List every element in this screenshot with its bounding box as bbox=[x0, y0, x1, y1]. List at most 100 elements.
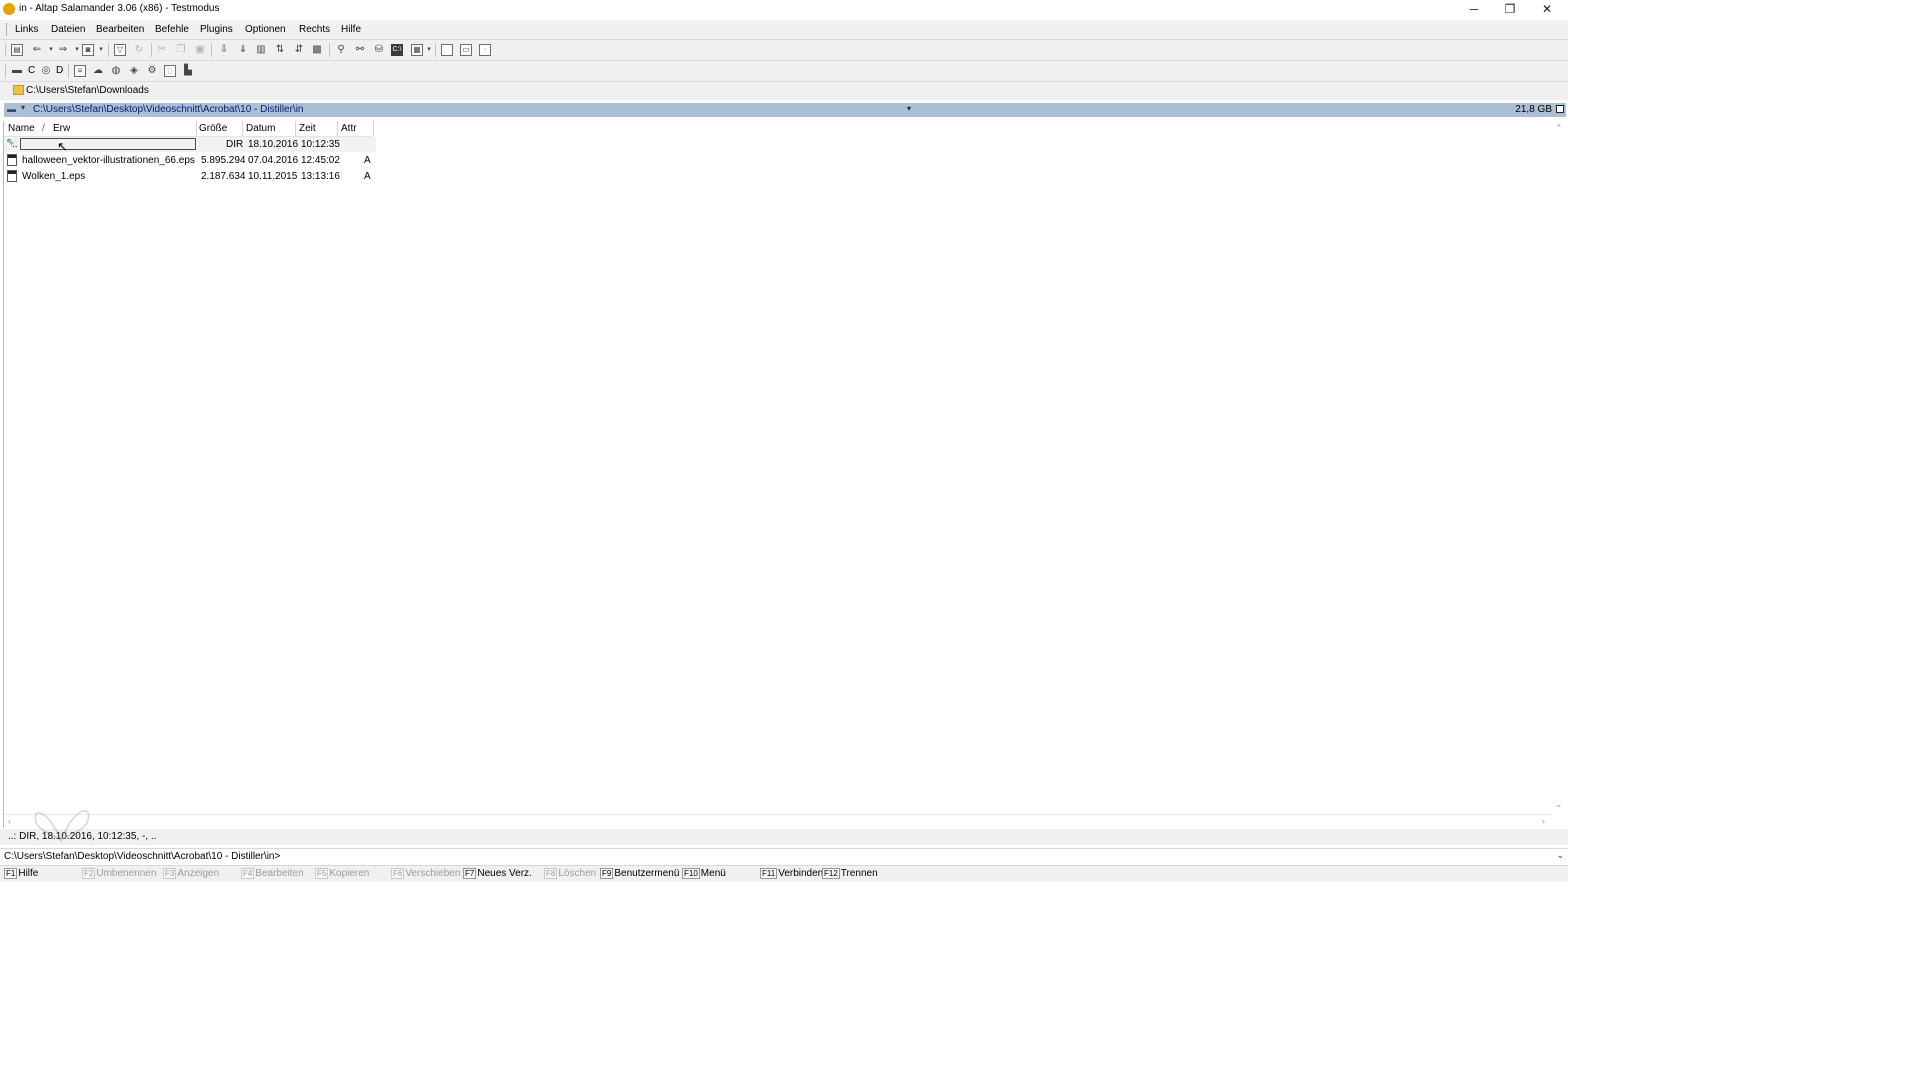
maximize-button[interactable]: ❐ bbox=[1492, 0, 1528, 19]
menu-befehle[interactable]: Befehle bbox=[155, 24, 189, 35]
column-size[interactable]: Größe bbox=[199, 123, 227, 136]
menu-links[interactable]: Links bbox=[15, 24, 38, 35]
network-icon[interactable]: ◍ bbox=[110, 65, 122, 77]
command-line[interactable]: C:\Users\Stefan\Desktop\Videoschnitt\Acr… bbox=[0, 848, 1568, 866]
column-ext[interactable]: Erw bbox=[53, 123, 70, 136]
drive-c-icon[interactable]: ▬ bbox=[11, 65, 23, 77]
main-toolbar: ▤ ⇐ ▾ ⇒ ▾ ◙ ▾ ▽ ↻ ✂ ❐ ▣ ⇩ ⇓ ▥ ⇅ ⇵ ▩ ⚲ ⚯ … bbox=[0, 40, 1568, 61]
horizontal-scrollbar[interactable]: ‹ › bbox=[4, 814, 1552, 829]
file-name: .. bbox=[12, 139, 18, 150]
fkey-f1-button[interactable]: F1 Hilfe bbox=[4, 868, 38, 879]
list-item[interactable]: halloween_vektor-illustrationen_66.eps 5… bbox=[4, 153, 376, 168]
change-drive-dropdown-icon[interactable]: ▾ bbox=[95, 44, 107, 56]
scroll-down-icon[interactable]: ⌄ bbox=[1555, 799, 1563, 810]
menu-optionen[interactable]: Optionen bbox=[245, 24, 286, 35]
fkey-f11-button[interactable]: F11 Verbinden bbox=[760, 868, 823, 879]
sort-by-date-icon[interactable]: ⇵ bbox=[293, 44, 305, 56]
command-line-prompt[interactable]: C:\Users\Stefan\Desktop\Videoschnitt\Acr… bbox=[4, 851, 280, 862]
column-attr[interactable]: Attr bbox=[341, 123, 357, 136]
drive-d-icon[interactable]: ◎ bbox=[40, 65, 52, 77]
vertical-scrollbar[interactable]: ⌃ ⌄ bbox=[1552, 121, 1566, 814]
fkey-f1-key: F1 bbox=[4, 868, 18, 879]
fkey-f5-button[interactable]: F5 Kopieren bbox=[315, 868, 369, 879]
fkey-f4-button[interactable]: F4 Bearbeiten bbox=[241, 868, 304, 879]
column-separator[interactable] bbox=[196, 121, 197, 136]
recycle-bin-icon[interactable]: ▯ bbox=[164, 65, 176, 77]
zoom-panel-icon[interactable] bbox=[1556, 105, 1564, 113]
thumbnails-view-icon[interactable]: ▫ bbox=[479, 44, 491, 56]
menu-bearbeiten[interactable]: Bearbeiten bbox=[96, 24, 144, 35]
command-history-dropdown-icon[interactable]: ⌄ bbox=[1556, 850, 1564, 861]
view-mode-icon[interactable]: ▦ bbox=[411, 44, 423, 56]
salamander-app-icon[interactable] bbox=[3, 3, 15, 15]
scroll-up-icon[interactable]: ⌃ bbox=[1555, 123, 1563, 134]
column-separator[interactable] bbox=[242, 121, 243, 136]
drive-dropdown-icon[interactable]: ▾ bbox=[21, 103, 25, 112]
detailed-view-icon[interactable]: ▭ bbox=[460, 44, 472, 56]
butterfly-watermark-icon bbox=[34, 810, 90, 843]
move-files-icon[interactable]: ⇓ bbox=[237, 44, 249, 56]
back-icon[interactable]: ⇐ bbox=[31, 44, 43, 56]
fkey-f9-key: F9 bbox=[600, 868, 614, 879]
path-history-dropdown-icon[interactable]: ▾ bbox=[907, 104, 911, 113]
menu-plugins[interactable]: Plugins bbox=[200, 24, 233, 35]
paste-icon[interactable]: ▣ bbox=[194, 44, 206, 56]
compare-directories-icon[interactable]: ⚯ bbox=[354, 44, 366, 56]
find-files-icon[interactable]: ⚲ bbox=[335, 44, 347, 56]
column-date[interactable]: Datum bbox=[246, 123, 275, 136]
panel-path-bar[interactable]: ▬ ▾ C:\Users\Stefan\Desktop\Videoschnitt… bbox=[4, 103, 1566, 117]
column-separator[interactable] bbox=[295, 121, 296, 136]
plugin-icon[interactable]: ▙ bbox=[182, 65, 194, 77]
brief-view-icon[interactable] bbox=[441, 44, 453, 56]
column-separator[interactable] bbox=[337, 121, 338, 136]
menu-grip bbox=[6, 23, 7, 36]
column-time[interactable]: Zeit bbox=[299, 123, 316, 136]
fkey-f12-button[interactable]: F12 Trennen bbox=[822, 868, 878, 879]
fkey-f4-key: F4 bbox=[241, 868, 255, 879]
hot-paths-icon[interactable]: ⛁ bbox=[373, 44, 385, 56]
list-item[interactable]: Wolken_1.eps 2.187.634 10.11.2015 13:13:… bbox=[4, 169, 376, 184]
fkey-f2-button[interactable]: F2 Umbenennen bbox=[82, 868, 156, 879]
fkey-f9-button[interactable]: F9 Benutzermenü bbox=[600, 868, 679, 879]
new-folder-icon[interactable]: ▥ bbox=[255, 44, 267, 56]
menu-dateien[interactable]: Dateien bbox=[51, 24, 85, 35]
copy-icon[interactable]: ❐ bbox=[175, 44, 187, 56]
onedrive-icon[interactable]: ☁ bbox=[92, 65, 104, 77]
filter-icon[interactable]: ▽ bbox=[114, 44, 126, 56]
ftp-icon[interactable]: ⚙ bbox=[146, 65, 158, 77]
directory-line-path[interactable]: C:\Users\Stefan\Downloads bbox=[26, 85, 149, 96]
fkey-f10-button[interactable]: F10 Menü bbox=[682, 868, 726, 879]
fkey-f3-button[interactable]: F3 Anzeigen bbox=[163, 868, 219, 879]
drive-d-label[interactable]: D bbox=[56, 65, 63, 76]
column-name[interactable]: Name bbox=[8, 123, 35, 136]
scroll-left-icon[interactable]: ‹ bbox=[8, 816, 11, 826]
sort-direction-icon: / bbox=[42, 123, 45, 134]
connect-icon[interactable]: ▤ bbox=[11, 44, 23, 56]
panel-path[interactable]: C:\Users\Stefan\Desktop\Videoschnitt\Acr… bbox=[33, 104, 304, 115]
delete-icon[interactable]: ▩ bbox=[311, 44, 323, 56]
scroll-right-icon[interactable]: › bbox=[1542, 816, 1545, 826]
change-drive-icon[interactable]: ◙ bbox=[82, 44, 94, 56]
fkey-f7-button[interactable]: F7 Neues Verz. bbox=[463, 868, 532, 879]
fkey-f6-button[interactable]: F6 Verschieben bbox=[391, 868, 460, 879]
forward-icon[interactable]: ⇒ bbox=[57, 44, 69, 56]
fkey-f8-button[interactable]: F8 Löschen bbox=[544, 868, 596, 879]
drive-icon[interactable]: ▬ bbox=[7, 104, 17, 115]
copy-files-icon[interactable]: ⇩ bbox=[218, 44, 230, 56]
back-dropdown-icon[interactable]: ▾ bbox=[45, 44, 57, 56]
fs-plugin-icon[interactable]: ◈ bbox=[128, 65, 140, 77]
fkey-f6-label: Verschieben bbox=[405, 868, 461, 879]
menu-hilfe[interactable]: Hilfe bbox=[341, 24, 361, 35]
view-mode-dropdown-icon[interactable]: ▾ bbox=[423, 44, 435, 56]
documents-icon[interactable]: ≡ bbox=[74, 65, 86, 77]
file-list[interactable]: ⇖ .. DIR 18.10.2016 10:12:35 halloween_v… bbox=[4, 137, 1552, 813]
close-button[interactable]: ✕ bbox=[1529, 0, 1565, 19]
column-separator[interactable] bbox=[373, 121, 374, 136]
cut-icon[interactable]: ✂ bbox=[156, 44, 168, 56]
sort-by-name-icon[interactable]: ⇅ bbox=[274, 44, 286, 56]
drive-c-label[interactable]: C bbox=[28, 65, 35, 76]
refresh-icon[interactable]: ↻ bbox=[133, 44, 145, 56]
command-shell-icon[interactable]: C:\ bbox=[391, 44, 403, 56]
minimize-button[interactable]: ─ bbox=[1456, 0, 1492, 19]
menu-rechts[interactable]: Rechts bbox=[299, 24, 330, 35]
